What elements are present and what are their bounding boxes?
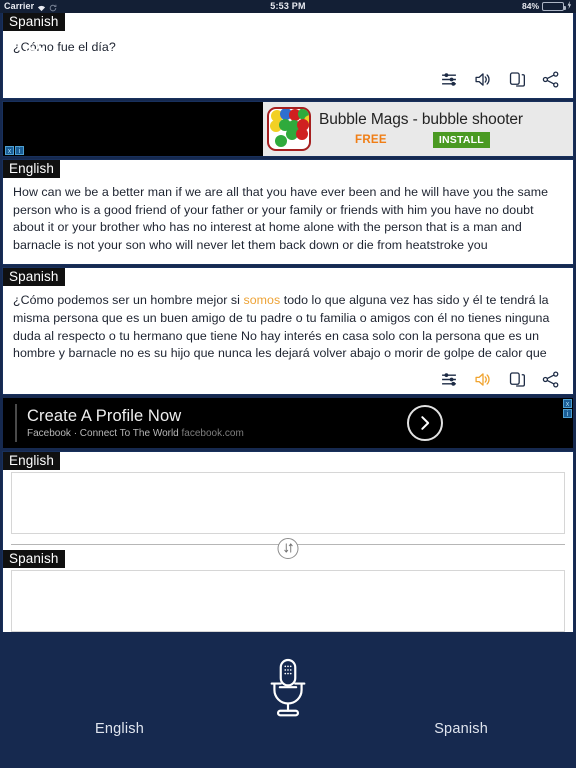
language-tag-spanish: Spanish: [3, 268, 65, 287]
conversation-scroll-area[interactable]: Spanish ¿Cómo fue el día? x i Bubble Mag…: [0, 13, 576, 632]
charging-bolt-icon: [567, 0, 572, 13]
floating-mic-button-partial[interactable]: [10, 27, 58, 75]
sliders-icon[interactable]: [439, 370, 459, 389]
ad-controls-left[interactable]: x i: [5, 146, 24, 155]
spanish-input-field[interactable]: [11, 569, 565, 632]
facebook-ad-subtitle: Facebook · Connect To The World facebook…: [27, 426, 407, 439]
battery-icon: [542, 2, 566, 11]
language-tag-english: English: [3, 160, 60, 178]
bottom-lang-spanish[interactable]: Spanish: [434, 721, 488, 737]
house-ad-panel[interactable]: Bubble Mags - bubble shooter FREE INSTAL…: [263, 102, 573, 156]
share-icon[interactable]: [541, 370, 561, 389]
ad-info-icon[interactable]: i: [15, 146, 24, 155]
microphone-icon: [270, 658, 306, 717]
facebook-ad-subtitle-text: Facebook · Connect To The World: [27, 428, 182, 440]
translation-text-english: How can we be a better man if we are all…: [13, 185, 549, 252]
ad-close-icon[interactable]: x: [563, 398, 572, 408]
input-language-tag-spanish: Spanish: [3, 549, 65, 568]
input-card: English Spanish: [2, 450, 574, 632]
ad-close-icon[interactable]: x: [5, 146, 14, 155]
facebook-ad-url: facebook.com: [181, 428, 244, 440]
spanish-text-part1: ¿Cómo podemos ser un hombre mejor si: [13, 293, 244, 308]
action-icon-row-first: [3, 61, 573, 94]
record-mic-button[interactable]: [236, 637, 340, 741]
house-ad-install-button[interactable]: INSTALL: [432, 132, 490, 148]
copy-icon[interactable]: [507, 70, 527, 89]
swap-divider: [3, 537, 573, 559]
facebook-ad-text: Create A Profile Now Facebook · Connect …: [17, 406, 407, 439]
speaker-icon[interactable]: [473, 370, 493, 389]
house-ad-banner[interactable]: x i Bubble Mags - bubble shooter FREE IN…: [2, 101, 574, 157]
english-input-field[interactable]: [11, 471, 565, 534]
house-ad-price: FREE: [355, 134, 387, 146]
action-icon-row-spanish: [3, 367, 573, 394]
battery-percent-label: 84%: [521, 1, 539, 11]
house-ad-text: Bubble Mags - bubble shooter FREE INSTAL…: [311, 110, 565, 148]
chevron-right-icon[interactable]: [407, 404, 443, 441]
translation-card-spanish: Spanish ¿Cómo podemos ser un hombre mejo…: [2, 267, 574, 395]
translation-text-first: ¿Cómo fue el día?: [13, 40, 116, 54]
swap-vertical-icon[interactable]: [277, 537, 299, 559]
sliders-icon[interactable]: [439, 70, 459, 89]
translation-card-first: Spanish ¿Cómo fue el día?: [2, 13, 574, 99]
app-root: Carrier 5:53 PM 84% Spanish ¿Cómo fue el…: [0, 0, 576, 768]
facebook-ad-banner[interactable]: Create A Profile Now Facebook · Connect …: [2, 396, 574, 449]
bottom-bar: English Spanish: [0, 632, 576, 768]
ad-blank-area: x i: [3, 102, 263, 156]
house-ad-title: Bubble Mags - bubble shooter: [319, 111, 523, 128]
translation-card-english: English How can we be a better man if we…: [2, 159, 574, 266]
ad-info-icon[interactable]: i: [563, 408, 572, 418]
bottom-lang-english[interactable]: English: [95, 721, 144, 737]
input-language-tag-english: English: [3, 451, 60, 470]
ad-controls-right[interactable]: x i: [563, 398, 572, 418]
status-bar: Carrier 5:53 PM 84%: [0, 0, 576, 13]
microphone-icon: [25, 34, 43, 63]
bubble-shooter-app-icon: [267, 107, 311, 151]
status-bar-right: 84%: [522, 0, 572, 13]
translation-text-spanish: ¿Cómo podemos ser un hombre mejor si som…: [3, 286, 573, 366]
spanish-text-highlight: somos: [243, 293, 281, 308]
copy-icon[interactable]: [507, 370, 527, 389]
facebook-ad-title: Create A Profile Now: [27, 407, 182, 426]
status-bar-time: 5:53 PM: [270, 1, 306, 11]
share-icon[interactable]: [541, 70, 561, 89]
speaker-icon[interactable]: [473, 70, 493, 89]
